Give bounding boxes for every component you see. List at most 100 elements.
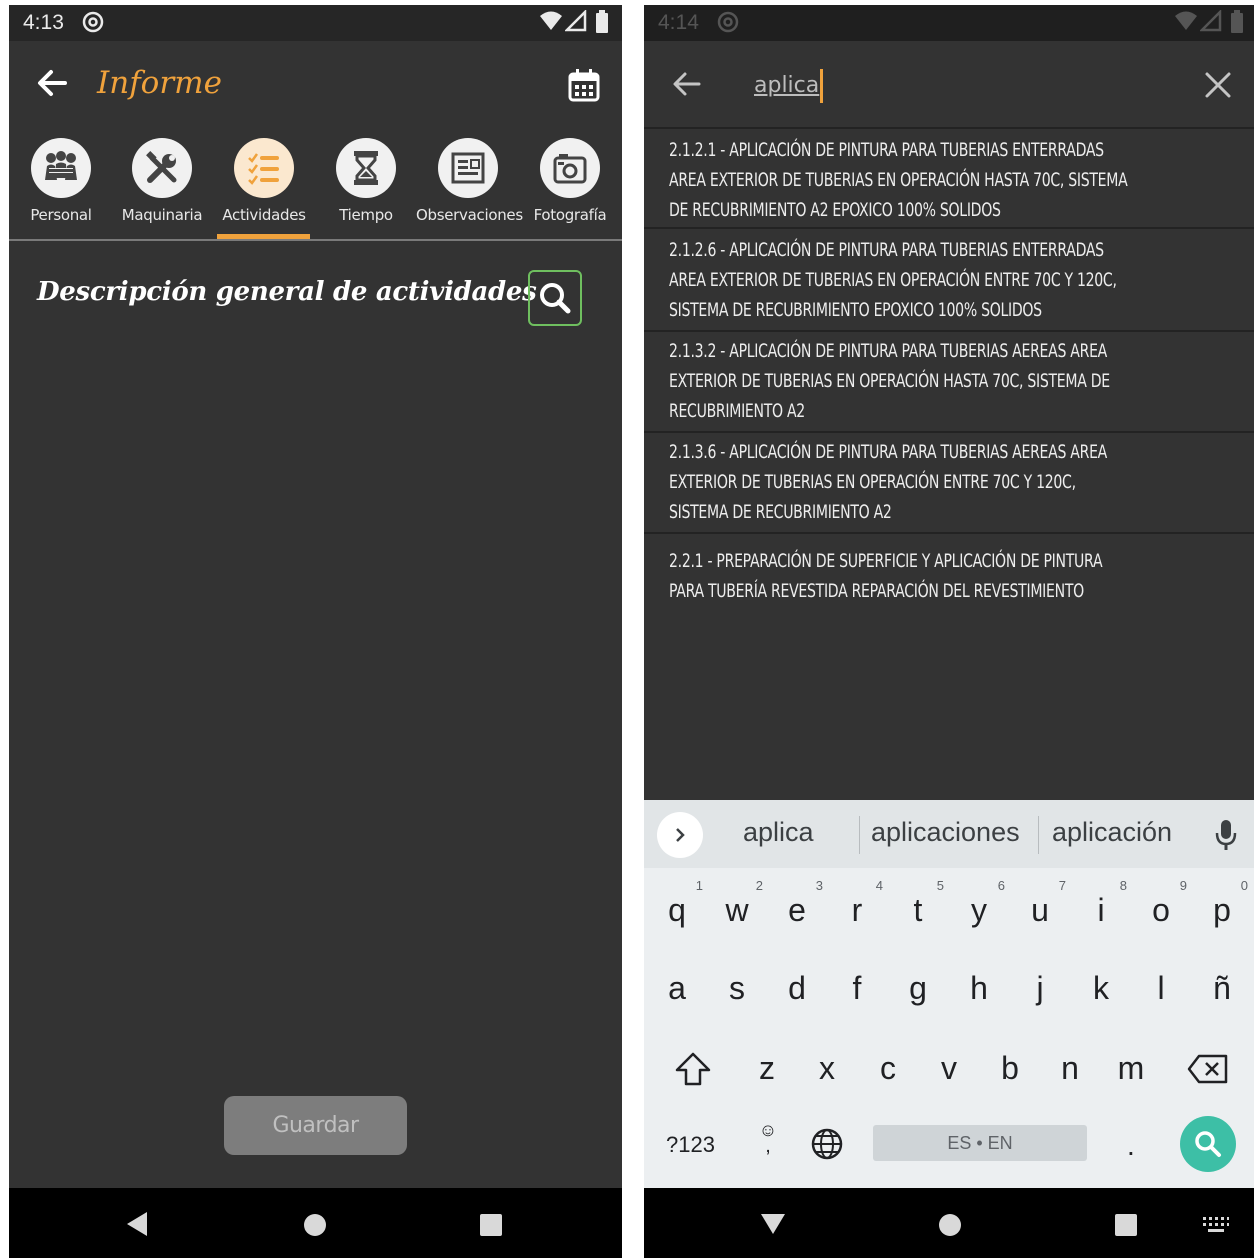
list-item[interactable]: 2.1.3.2 - APLICACIÓN DE PINTURA PARA TUB… [644,332,1254,433]
key-c[interactable]: c [858,1050,918,1087]
list-item[interactable]: 2.1.2.1 - APLICACIÓN DE PINTURA PARA TUB… [644,131,1254,229]
notes-icon [438,138,498,198]
tab-label: Tiempo [339,206,393,224]
space-bar[interactable]: ES • EN [873,1125,1087,1161]
tab-observaciones[interactable]: Observaciones [416,135,523,240]
key-x[interactable]: x [797,1050,857,1087]
result-line: SISTEMA DE RECUBRIMIENTO EPOXICO 100% SO… [669,299,1042,321]
key-f[interactable]: f [827,970,887,1007]
expand-suggestions-button[interactable] [657,812,703,858]
list-item[interactable]: 2.2.1 - PREPARACIÓN DE SUPERFICIE Y APLI… [644,534,1254,614]
key-b[interactable]: b [980,1050,1040,1087]
search-icon [1195,1131,1221,1157]
recents-square-icon[interactable] [479,1213,503,1237]
tab-tiempo[interactable]: Tiempo [314,135,418,240]
signal-icon [1200,10,1222,32]
list-item[interactable]: 2.1.3.6 - APLICACIÓN DE PINTURA PARA TUB… [644,433,1254,534]
key-y[interactable]: y6 [949,878,1009,929]
key-e[interactable]: e3 [767,878,827,929]
key-hint: 9 [1179,878,1187,893]
key-q[interactable]: q1 [647,878,707,929]
key-char: p [1213,892,1231,928]
tab-maquinaria[interactable]: Maquinaria [110,135,214,240]
suggestion-word[interactable]: aplicación [1052,817,1172,848]
recents-square-icon[interactable] [1114,1213,1138,1237]
result-line: PARA TUBERÍA REVESTIDA REPARACIÓN DEL RE… [669,580,1084,602]
search-input[interactable]: aplica [754,69,824,103]
result-line: AREA EXTERIOR DE TUBERIAS EN OPERACIÓN E… [669,269,1117,291]
keyboard-switch-icon[interactable] [1202,1216,1230,1234]
save-button[interactable]: Guardar [224,1096,407,1155]
key-h[interactable]: h [949,970,1009,1007]
soft-keyboard: aplica aplicaciones aplicación q1 w2 e3 … [644,800,1254,1188]
back-arrow-icon[interactable] [670,67,704,101]
home-circle-icon[interactable] [938,1213,962,1237]
key-a[interactable]: a [647,970,707,1007]
key-i[interactable]: i8 [1071,878,1131,929]
tab-personal[interactable]: Personal [9,135,113,240]
close-icon[interactable] [1202,69,1234,101]
key-o[interactable]: o9 [1131,878,1191,929]
key-w[interactable]: w2 [707,878,767,929]
search-divider [644,127,1254,129]
keyboard-search-button[interactable] [1180,1116,1236,1172]
key-char: u [1031,892,1049,928]
result-line: EXTERIOR DE TUBERIAS EN OPERACIÓN HASTA … [669,370,1110,392]
suggestion-separator [859,816,860,854]
key-enye[interactable]: ñ [1192,970,1252,1007]
section-title: Descripción general de actividades [37,277,537,307]
key-j[interactable]: j [1010,970,1070,1007]
microphone-icon[interactable] [1212,818,1240,852]
battery-icon [1231,10,1243,33]
list-item[interactable]: 2.1.2.6 - APLICACIÓN DE PINTURA PARA TUB… [644,231,1254,332]
nav-bar [9,1188,622,1258]
tools-icon [132,138,192,198]
camera-icon [540,138,600,198]
emoji-comma-key[interactable]: ☺ , [756,1121,780,1156]
home-circle-icon[interactable] [303,1213,327,1237]
status-time: 4:14 [658,11,699,34]
key-g[interactable]: g [888,970,948,1007]
key-char: e [788,892,806,928]
key-hint: 1 [695,878,703,893]
key-z[interactable]: z [737,1050,797,1087]
phone-screen-left: 4:13 Informe Personal Maquinaria Activid… [9,5,622,1258]
symbols-key[interactable]: ?123 [666,1132,715,1158]
back-triangle-icon[interactable] [125,1211,149,1237]
tab-label: Personal [30,206,92,224]
key-n[interactable]: n [1040,1050,1100,1087]
status-time: 4:13 [23,11,64,34]
result-line: SISTEMA DE RECUBRIMIENTO A2 [669,501,892,523]
tab-actividades[interactable]: Actividades [212,135,316,240]
shift-icon[interactable] [674,1050,712,1088]
key-l[interactable]: l [1131,970,1191,1007]
period-key[interactable]: . [1127,1130,1135,1162]
at-icon [82,11,104,33]
calendar-icon[interactable] [567,68,601,102]
backspace-icon[interactable] [1187,1053,1229,1085]
key-char: w [725,892,749,928]
key-u[interactable]: u7 [1010,878,1070,929]
key-r[interactable]: r4 [827,878,887,929]
key-hint: 6 [997,878,1005,893]
hide-keyboard-icon[interactable] [760,1213,786,1235]
search-query: aplica [754,73,820,98]
back-arrow-icon[interactable] [35,65,71,101]
suggestion-word[interactable]: aplica [743,817,814,848]
globe-icon[interactable] [810,1127,844,1161]
key-k[interactable]: k [1071,970,1131,1007]
key-p[interactable]: p0 [1192,878,1252,929]
key-v[interactable]: v [919,1050,979,1087]
search-button[interactable] [528,270,582,326]
key-char: t [913,892,923,928]
key-m[interactable]: m [1101,1050,1161,1087]
status-bar: 4:13 [9,5,622,41]
tab-fotografia[interactable]: Fotografía [518,135,622,240]
search-icon [540,283,571,314]
key-s[interactable]: s [707,970,767,1007]
key-hint: 2 [755,878,763,893]
key-t[interactable]: t5 [888,878,948,929]
key-d[interactable]: d [767,970,827,1007]
suggestion-word[interactable]: aplicaciones [871,817,1020,848]
key-hint: 0 [1240,878,1248,893]
